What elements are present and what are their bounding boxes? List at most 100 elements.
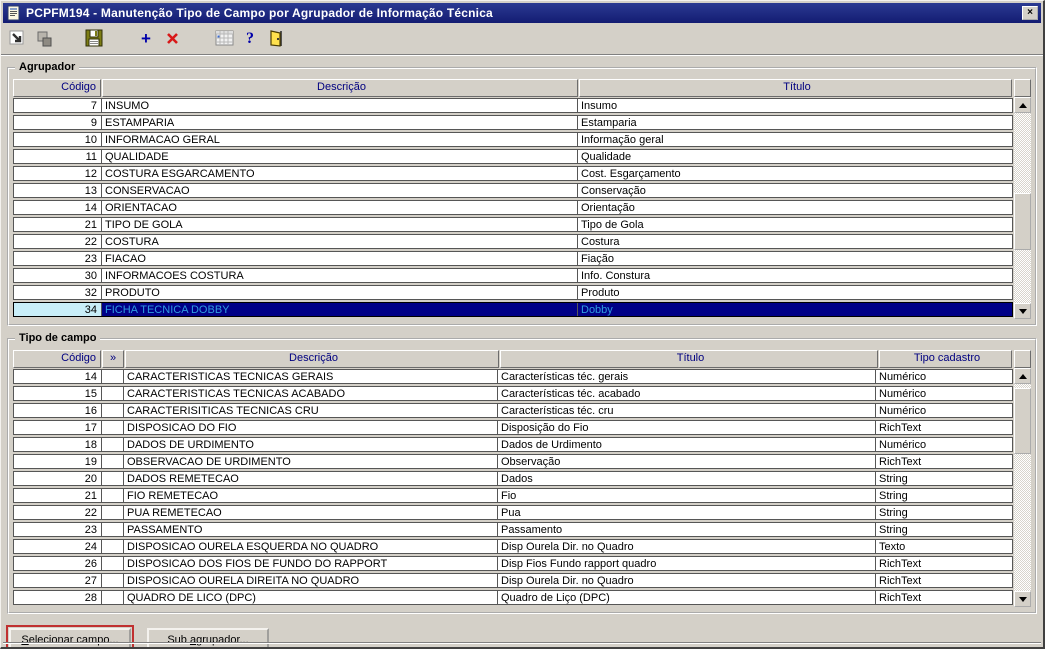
column-header-codigo[interactable]: Código [13, 350, 101, 368]
tipo-de-campo-row[interactable]: 24 DISPOSICAO OURELA ESQUERDA NO QUADRO … [13, 539, 1013, 554]
arrow-down-icon [1018, 596, 1027, 602]
tipo-de-campo-row[interactable]: 22 PUA REMETECAO Pua String [13, 505, 1013, 520]
tipo-de-campo-row[interactable]: 17 DISPOSICAO DO FIO Disposição do Fio R… [13, 420, 1013, 435]
tipo-de-campo-row[interactable]: 19 OBSERVACAO DE URDIMENTO Observação Ri… [13, 454, 1013, 469]
help-button[interactable]: ? [237, 26, 263, 52]
agrupador-scrollbar[interactable] [1014, 97, 1031, 319]
delete-button[interactable] [159, 26, 185, 52]
scrollbar-header-cap [1014, 350, 1031, 368]
titulo-cell: Dobby [581, 304, 613, 316]
codigo-cell: 24 [14, 540, 102, 553]
agrupador-row[interactable]: 10 INFORMACAO GERAL Informação geral [13, 132, 1013, 147]
scrollbar-thumb[interactable] [1014, 388, 1031, 455]
column-header-descricao[interactable]: Descrição [125, 350, 499, 368]
exit-door-icon [270, 30, 282, 47]
tipo-de-campo-row[interactable]: 16 CARACTERISITICAS TECNICAS CRU Caracte… [13, 403, 1013, 418]
descricao-cell: COSTURA ESGARCAMENTO [102, 167, 578, 180]
titulo-cell: Informação geral [581, 134, 664, 146]
tipo-cadastro-cell: String [879, 524, 908, 536]
tipo-cadastro-cell: Numérico [879, 439, 927, 451]
agrupador-row[interactable]: 13 CONSERVACAO Conservação [13, 183, 1013, 198]
descricao-cell: PRODUTO [102, 286, 578, 299]
tipo-de-campo-row[interactable]: 15 CARACTERISTICAS TECNICAS ACABADO Cara… [13, 386, 1013, 401]
column-header-codigo[interactable]: Código [13, 79, 101, 97]
agrupador-legend: Agrupador [15, 61, 80, 73]
scrollbar-track[interactable] [1014, 113, 1031, 303]
tipo-de-campo-row[interactable]: 26 DISPOSICAO DOS FIOS DE FUNDO DO RAPPO… [13, 556, 1013, 571]
tipo-de-campo-row[interactable]: 28 QUADRO DE LICO (DPC) Quadro de Liço (… [13, 590, 1013, 605]
chevron-cell [102, 387, 124, 400]
scroll-down-button[interactable] [1014, 303, 1031, 319]
cascade-windows-button[interactable] [31, 26, 57, 52]
tipo-de-campo-row[interactable]: 23 PASSAMENTO Passamento String [13, 522, 1013, 537]
tipo-de-campo-row[interactable]: 21 FIO REMETECAO Fio String [13, 488, 1013, 503]
tipo-de-campo-row[interactable]: 18 DADOS DE URDIMENTO Dados de Urdimento… [13, 437, 1013, 452]
agrupador-row[interactable]: 7 INSUMO Insumo [13, 98, 1013, 113]
tipo-de-campo-row[interactable]: 20 DADOS REMETECAO Dados String [13, 471, 1013, 486]
codigo-cell: 10 [14, 133, 102, 146]
tipo-de-campo-scrollbar[interactable] [1014, 368, 1031, 607]
codigo-cell: 22 [14, 235, 102, 248]
agrupador-row[interactable]: 34 FICHA TECNICA DOBBY Dobby [13, 302, 1013, 317]
codigo-cell: 30 [14, 269, 102, 282]
selecionar-campo-button[interactable]: Selecionar campo... [6, 625, 134, 647]
tipo-de-campo-row[interactable]: 27 DISPOSICAO OURELA DIREITA NO QUADRO D… [13, 573, 1013, 588]
window-bottom-divider [3, 642, 1041, 643]
titulo-cell: Cost. Esgarçamento [581, 168, 681, 180]
agrupador-row[interactable]: 32 PRODUTO Produto [13, 285, 1013, 300]
app-window: PCPFM194 - Manutenção Tipo de Campo por … [0, 0, 1045, 649]
agrupador-row[interactable]: 11 QUALIDADE Qualidade [13, 149, 1013, 164]
column-header-titulo[interactable]: Título [500, 350, 878, 368]
chevron-cell [102, 438, 124, 451]
chevron-cell [102, 523, 124, 536]
agrupador-row[interactable]: 12 COSTURA ESGARCAMENTO Cost. Esgarçamen… [13, 166, 1013, 181]
codigo-cell: 21 [14, 489, 102, 502]
agrupador-row[interactable]: 30 INFORMACOES COSTURA Info. Constura [13, 268, 1013, 283]
titulo-cell: Disp Fios Fundo rapport quadro [498, 557, 876, 570]
column-header-titulo[interactable]: Título [579, 79, 1012, 97]
close-button[interactable]: × [1022, 6, 1038, 20]
descricao-cell: ORIENTACAO [102, 201, 578, 214]
codigo-cell: 26 [14, 557, 102, 570]
agrupador-row[interactable]: 14 ORIENTACAO Orientação [13, 200, 1013, 215]
tipo-de-campo-row[interactable]: 14 CARACTERISTICAS TECNICAS GERAIS Carac… [13, 369, 1013, 384]
descricao-cell: DISPOSICAO DOS FIOS DE FUNDO DO RAPPORT [124, 557, 498, 570]
column-header-tipo-cadastro[interactable]: Tipo cadastro [879, 350, 1012, 368]
codigo-cell: 23 [14, 523, 102, 536]
titulo-cell: Estamparia [581, 117, 637, 129]
add-button[interactable]: + [133, 26, 159, 52]
exit-button[interactable] [263, 26, 289, 52]
chevron-cell [102, 404, 124, 417]
agrupador-row[interactable]: 22 COSTURA Costura [13, 234, 1013, 249]
titulo-cell: Costura [581, 236, 620, 248]
agrupador-row[interactable]: 21 TIPO DE GOLA Tipo de Gola [13, 217, 1013, 232]
window-title: PCPFM194 - Manutenção Tipo de Campo por … [26, 6, 493, 20]
agrupador-row[interactable]: 9 ESTAMPARIA Estamparia [13, 115, 1013, 130]
chevron-cell [102, 421, 124, 434]
column-header-descricao[interactable]: Descrição [102, 79, 578, 97]
scroll-up-button[interactable] [1014, 368, 1031, 384]
titulo-cell: Orientação [581, 202, 635, 214]
scrollbar-thumb[interactable] [1014, 192, 1031, 250]
descricao-cell: CARACTERISITICAS TECNICAS CRU [124, 404, 498, 417]
save-button[interactable] [81, 26, 107, 52]
codigo-cell: 11 [14, 150, 102, 163]
sub-agrupador-button[interactable]: Sub agrupador... [147, 628, 269, 647]
titulo-cell: Dados de Urdimento [498, 438, 876, 451]
agrupador-row[interactable]: 23 FIACAO Fiação [13, 251, 1013, 266]
descricao-cell: DADOS DE URDIMENTO [124, 438, 498, 451]
agrupador-groupbox: Agrupador Código Descrição Título 7 INSU… [7, 61, 1037, 326]
chevron-cell [102, 574, 124, 587]
scroll-down-button[interactable] [1014, 591, 1031, 607]
column-header-chevron[interactable]: » [102, 350, 124, 368]
descricao-cell: CONSERVACAO [102, 184, 578, 197]
window-arrow-button[interactable] [5, 26, 31, 52]
grid-view-button[interactable] [211, 26, 237, 52]
titulo-cell: Características téc. acabado [498, 387, 876, 400]
codigo-cell: 32 [14, 286, 102, 299]
scroll-up-button[interactable] [1014, 97, 1031, 113]
scrollbar-track[interactable] [1014, 384, 1031, 591]
descricao-cell: COSTURA [102, 235, 578, 248]
codigo-cell: 23 [14, 252, 102, 265]
titulo-cell: Produto [581, 287, 620, 299]
